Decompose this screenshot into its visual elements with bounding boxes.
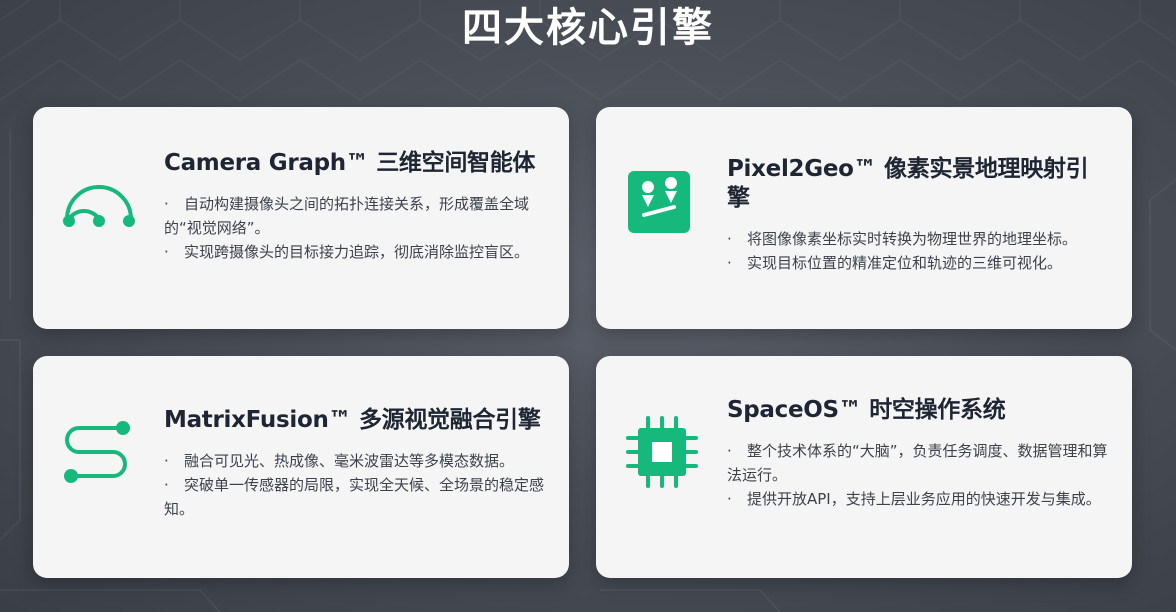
card-title: SpaceOS™ 时空操作系统 [727, 397, 1006, 423]
card-bullet: · 突破单一传感器的局限，实现全天候、全场景的稳定感知。 [164, 476, 545, 518]
card-body: Pixel2Geo™ 像素实景地理映射引擎 · 将图像像素坐标实时转换为物理世界的… [727, 155, 1110, 275]
card-bullet: · 自动构建摄像头之间的拓扑连接关系，形成覆盖全域的“视觉网络”。 [164, 195, 530, 237]
engine-card-pixel2geo: Pixel2Geo™ 像素实景地理映射引擎 · 将图像像素坐标实时转换为物理世界的… [596, 107, 1132, 329]
card-body: Camera Graph™ 三维空间智能体 · 自动构建摄像头之间的拓扑连接关系，… [164, 149, 547, 264]
path-s-icon [64, 421, 130, 483]
engine-card-spaceos: SpaceOS™ 时空操作系统 · 整个技术体系的“大脑”，负责任务调度、数据管理… [596, 356, 1132, 578]
card-body: SpaceOS™ 时空操作系统 · 整个技术体系的“大脑”，负责任务调度、数据管理… [727, 396, 1110, 511]
card-bullet: · 提供开放API，支持上层业务应用的快速开发与集成。 [727, 490, 1101, 508]
card-title: MatrixFusion™ 多源视觉融合引擎 [164, 407, 541, 433]
card-bullet: · 实现目标位置的精准定位和轨迹的三维可视化。 [727, 254, 1063, 272]
engine-card-camera-graph: Camera Graph™ 三维空间智能体 · 自动构建摄像头之间的拓扑连接关系，… [33, 107, 569, 329]
card-bullet: · 将图像像素坐标实时转换为物理世界的地理坐标。 [727, 230, 1078, 248]
card-title: Pixel2Geo™ 像素实景地理映射引擎 [727, 156, 1089, 211]
card-body: MatrixFusion™ 多源视觉融合引擎 · 融合可见光、热成像、毫米波雷达等… [164, 406, 547, 521]
card-title: Camera Graph™ 三维空间智能体 [164, 150, 536, 176]
map-pin-icon [628, 171, 690, 233]
card-bullet: · 实现跨摄像头的目标接力追踪，彻底消除监控盲区。 [164, 243, 530, 261]
page-title: 四大核心引擎 [462, 5, 714, 51]
card-bullet: · 整个技术体系的“大脑”，负责任务调度、数据管理和算法运行。 [727, 442, 1108, 484]
engine-card-matrixfusion: MatrixFusion™ 多源视觉融合引擎 · 融合可见光、热成像、毫米波雷达等… [33, 356, 569, 578]
network-arc-icon [63, 185, 135, 227]
card-bullet: · 融合可见光、热成像、毫米波雷达等多模态数据。 [164, 452, 515, 470]
chip-icon [626, 416, 698, 488]
